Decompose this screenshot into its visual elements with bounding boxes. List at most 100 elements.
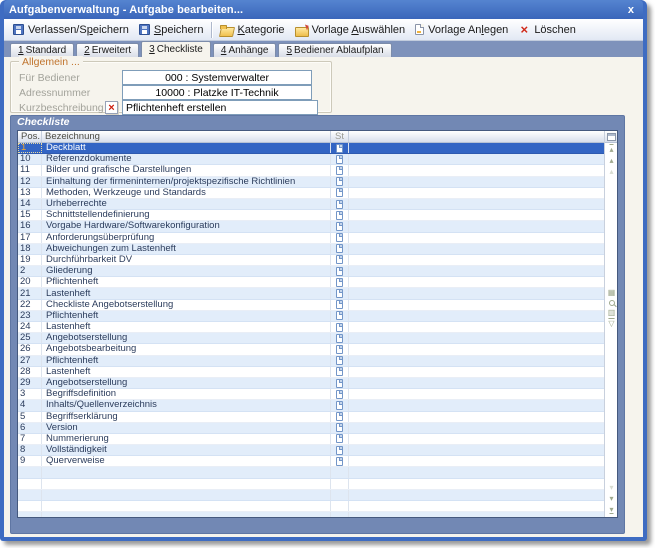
table-row[interactable]: 10Referenzdokumente [18, 154, 604, 165]
row-status [331, 479, 349, 489]
grid-view-icon[interactable]: ▦ [608, 289, 616, 297]
table-row[interactable]: 24Lastenheft [18, 322, 604, 333]
table-row[interactable]: 8Vollständigkeit [18, 445, 604, 456]
table-row[interactable]: 9Querverweise [18, 456, 604, 467]
table-row[interactable]: 11Bilder und grafische Darstellungen [18, 165, 604, 176]
table-row[interactable]: 26Angebotsbearbeitung [18, 344, 604, 355]
table-row[interactable]: 3Begriffsdefinition [18, 389, 604, 400]
table-row[interactable]: 6Version [18, 423, 604, 434]
row-filler [349, 434, 604, 444]
table-row[interactable]: 23Pflichtenheft [18, 311, 604, 322]
document-icon [336, 457, 343, 466]
document-icon [336, 267, 343, 276]
document-icon [336, 311, 343, 320]
table-row[interactable]: 21Lastenheft [18, 288, 604, 299]
table-row[interactable]: 19Durchführbarkeit DV [18, 255, 604, 266]
table-row[interactable]: 2Gliederung [18, 266, 604, 277]
row-status [331, 311, 349, 321]
table-row[interactable]: 7Nummerierung [18, 434, 604, 445]
row-bezeichnung [42, 467, 331, 477]
kurzbeschreibung-label: Kurzbeschreibung [19, 102, 105, 114]
column-header-pos[interactable]: Pos. [18, 131, 42, 142]
column-header-bezeichnung[interactable]: Bezeichnung [42, 131, 331, 142]
row-status [331, 266, 349, 276]
document-icon [336, 155, 343, 164]
scroll-top-icon[interactable]: ▴ [609, 146, 613, 154]
tab-anh-nge[interactable]: 4Anhänge [213, 43, 277, 57]
document-icon [336, 390, 343, 399]
empty-row[interactable] [18, 467, 604, 478]
toolbar-button-kategorie[interactable]: Kategorie [215, 22, 289, 38]
row-pos: 29 [18, 378, 42, 388]
row-bezeichnung: Querverweise [42, 456, 331, 466]
row-bezeichnung: Begriffsdefinition [42, 389, 331, 399]
row-pos [18, 512, 42, 517]
row-status [331, 344, 349, 354]
row-bezeichnung: Version [42, 423, 331, 433]
adressnummer-input[interactable] [122, 85, 312, 100]
row-status [331, 333, 349, 343]
details-icon[interactable]: ▥ [608, 309, 616, 317]
table-row[interactable]: 12Einhaltung der firmeninternen/projekts… [18, 177, 604, 188]
table-row[interactable]: 18Abweichungen zum Lastenheft [18, 244, 604, 255]
scroll-down-icon[interactable]: ▾ [609, 495, 613, 503]
zoom-icon[interactable] [609, 300, 615, 306]
table-row[interactable]: 27Pflichtenheft [18, 356, 604, 367]
row-status [331, 367, 349, 377]
empty-row[interactable] [18, 479, 604, 490]
kurzbeschreibung-input[interactable] [122, 100, 318, 115]
table-row[interactable]: 14Urheberrechte [18, 199, 604, 210]
table-row[interactable]: 5Begriffserklärung [18, 412, 604, 423]
row-status [331, 356, 349, 366]
table-row[interactable]: 16Vorgabe Hardware/Softwarekonfiguration [18, 221, 604, 232]
table-row[interactable]: 15Schnittstellendefinierung [18, 210, 604, 221]
row-pos: 5 [18, 412, 42, 422]
filter-icon[interactable]: ▽ [608, 320, 614, 328]
row-filler [349, 322, 604, 332]
empty-row[interactable] [18, 501, 604, 512]
tab-bediener-ablaufplan[interactable]: 5Bediener Ablaufplan [278, 43, 391, 57]
page-up-icon[interactable]: ▴ [609, 168, 613, 176]
toolbar-button-loeschen[interactable]: ×Löschen [513, 22, 581, 38]
empty-row[interactable] [18, 490, 604, 501]
scroll-up-icon[interactable]: ▴ [609, 157, 613, 165]
document-icon [336, 379, 343, 388]
row-pos: 25 [18, 333, 42, 343]
toolbar-button-vorlage-auswaehlen[interactable]: Vorlage Auswählen [290, 22, 411, 38]
row-pos: 21 [18, 288, 42, 298]
tab-erweitert[interactable]: 2Erweitert [76, 43, 139, 57]
column-chooser-icon[interactable] [607, 133, 616, 141]
row-pos: 6 [18, 423, 42, 433]
table-row[interactable]: 22Checkliste Angebotserstellung [18, 300, 604, 311]
table-row[interactable]: 4Inhalts/Quellenverzeichnis [18, 400, 604, 411]
row-status [331, 490, 349, 500]
row-bezeichnung: Vorgabe Hardware/Softwarekonfiguration [42, 221, 331, 231]
row-bezeichnung: Deckblatt [42, 143, 331, 153]
row-status [331, 255, 349, 265]
table-row[interactable]: 25Angebotserstellung [18, 333, 604, 344]
tab-standard[interactable]: 1Standard [10, 43, 74, 57]
clear-field-icon[interactable]: × [105, 101, 118, 114]
row-status [331, 143, 349, 153]
row-pos [18, 479, 42, 489]
page-down-icon[interactable]: ▾ [609, 484, 613, 492]
toolbar-button-speichern[interactable]: Speichern [134, 22, 209, 38]
table-row[interactable]: 29Angebotserstellung [18, 378, 604, 389]
row-bezeichnung: Methoden, Werkzeuge und Standards [42, 188, 331, 198]
table-row[interactable]: 1Deckblatt [18, 143, 604, 154]
empty-row[interactable] [18, 512, 604, 517]
table-row[interactable]: 13Methoden, Werkzeuge und Standards [18, 188, 604, 199]
close-icon[interactable]: x [625, 4, 637, 16]
tab-checkliste[interactable]: 3Checkliste [141, 41, 211, 57]
column-header-st[interactable]: St [331, 131, 349, 142]
table-row[interactable]: 20Pflichtenheft [18, 277, 604, 288]
row-bezeichnung: Inhalts/Quellenverzeichnis [42, 400, 331, 410]
table-row[interactable]: 17Anforderungsüberprüfung [18, 233, 604, 244]
strip-group-middle: ▦ ▥ ▽ [605, 289, 618, 328]
row-bezeichnung: Pflichtenheft [42, 277, 331, 287]
scroll-bottom-icon[interactable]: ▾ [609, 506, 613, 514]
fuer-bediener-input[interactable] [122, 70, 312, 85]
toolbar-button-verlassen-speichern[interactable]: Verlassen/Speichern [8, 22, 134, 38]
table-row[interactable]: 28Lastenheft [18, 367, 604, 378]
toolbar-button-vorlage-anlegen[interactable]: Vorlage Anlegen [410, 22, 513, 38]
